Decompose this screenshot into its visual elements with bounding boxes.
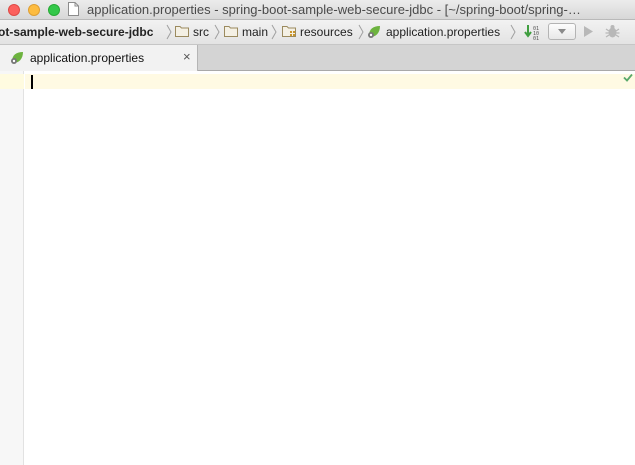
- current-line-highlight: [25, 74, 635, 89]
- chevron-down-icon: [558, 29, 566, 34]
- spring-leaf-icon: [368, 26, 380, 38]
- tab-application-properties[interactable]: application.properties ×: [0, 45, 198, 71]
- window-close-button[interactable]: [8, 4, 20, 16]
- breadcrumb-src[interactable]: src: [193, 25, 209, 39]
- folder-icon: [175, 26, 189, 37]
- resources-folder-icon: [282, 26, 296, 37]
- editor-text-area[interactable]: [25, 71, 635, 465]
- editor-gutter: [0, 71, 24, 465]
- svg-text:01: 01: [533, 36, 539, 40]
- window-title: application.properties - spring-boot-sam…: [87, 2, 581, 17]
- text-caret: [31, 75, 33, 89]
- window-minimize-button[interactable]: [28, 4, 40, 16]
- breadcrumb-separator-icon: [214, 24, 220, 40]
- folder-icon: [224, 26, 238, 37]
- run-config-dropdown[interactable]: [548, 23, 576, 40]
- breadcrumb-separator-icon: [166, 24, 172, 40]
- tab-label: application.properties: [30, 51, 145, 65]
- breadcrumb-separator-icon: [510, 24, 516, 40]
- editor-tab-bar: application.properties ×: [0, 45, 635, 71]
- run-icon[interactable]: [583, 25, 594, 38]
- breadcrumb-resources[interactable]: resources: [300, 25, 353, 39]
- breadcrumb-file[interactable]: application.properties: [386, 25, 500, 39]
- spring-leaf-icon: [11, 52, 23, 64]
- title-bar: application.properties - spring-boot-sam…: [0, 0, 635, 20]
- breadcrumb-project[interactable]: ot-sample-web-secure-jdbc: [0, 25, 153, 39]
- close-icon[interactable]: ×: [183, 50, 191, 64]
- breadcrumb-separator-icon: [358, 24, 364, 40]
- build-binary-icon[interactable]: 01 10 01: [524, 24, 542, 40]
- breadcrumb-main[interactable]: main: [242, 25, 268, 39]
- navigation-bar: ot-sample-web-secure-jdbc src main resou…: [0, 20, 635, 45]
- window-zoom-button[interactable]: [48, 4, 60, 16]
- breadcrumb-separator-icon: [271, 24, 277, 40]
- document-icon: [68, 2, 79, 16]
- checkmark-icon: [623, 73, 633, 82]
- debug-icon[interactable]: [605, 24, 620, 39]
- current-line-gutter-highlight: [0, 74, 24, 89]
